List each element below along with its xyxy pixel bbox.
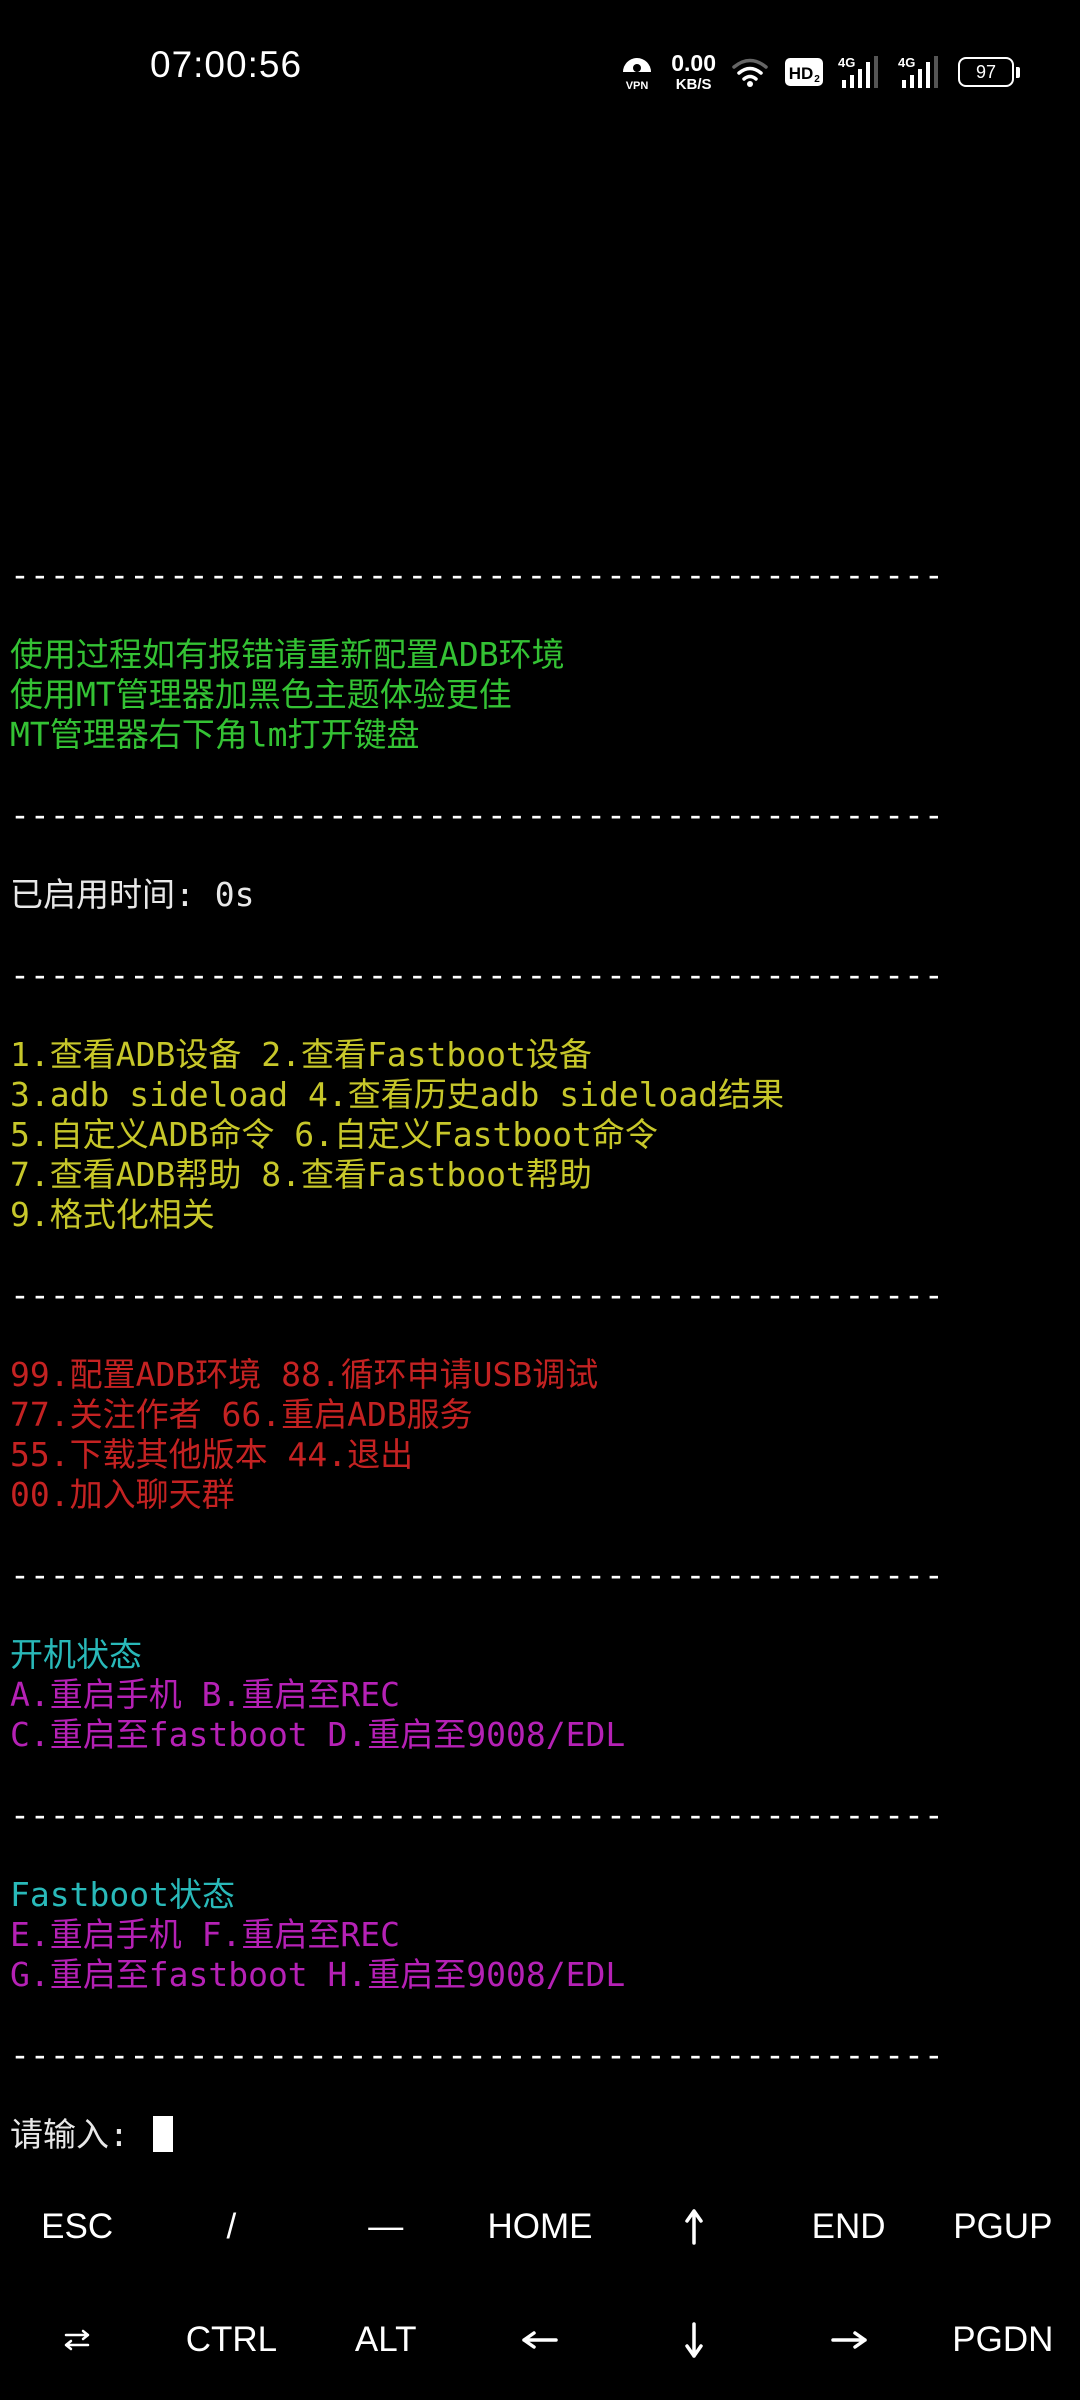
speed-unit: KB/S — [675, 76, 712, 93]
input-prompt: 请输入: — [10, 2115, 149, 2154]
speed-value: 0.00 — [671, 50, 716, 76]
right-arrow-icon — [830, 2330, 867, 2350]
down-key[interactable] — [617, 2283, 771, 2396]
signal-icon: 4G — [838, 54, 884, 90]
terminal-output[interactable]: ----------------------------------------… — [10, 555, 1070, 2155]
up-arrow-icon — [684, 2208, 704, 2245]
right-key[interactable] — [771, 2283, 925, 2396]
hd-icon: HD 2 — [784, 57, 824, 87]
uptime-line: 已启用时间: 0s — [10, 875, 255, 914]
separator: ----------------------------------------… — [10, 795, 944, 834]
wifi-icon — [730, 56, 770, 88]
home-key[interactable]: HOME — [463, 2170, 617, 2283]
alt-key[interactable]: ALT — [309, 2283, 463, 2396]
note-line: 使用MT管理器加黑色主题体验更佳 — [10, 675, 512, 714]
signal-icon: 4G — [898, 54, 944, 90]
tab-icon — [63, 2329, 91, 2351]
network-speed: 0.00 KB/S — [671, 50, 716, 93]
pgdn-key[interactable]: PGDN — [926, 2283, 1080, 2396]
tab-key[interactable] — [0, 2283, 154, 2396]
text-cursor — [152, 2116, 173, 2152]
menu-line: 99.配置ADB环境 88.循环申请USB调试 — [10, 1355, 599, 1394]
separator: ----------------------------------------… — [10, 955, 944, 994]
left-key[interactable] — [463, 2283, 617, 2396]
down-arrow-icon — [684, 2321, 704, 2358]
menu-line: 7.查看ADB帮助 8.查看Fastboot帮助 — [10, 1155, 592, 1194]
menu-line: G.重启至fastboot H.重启至9008/EDL — [10, 1955, 626, 1994]
dash-key[interactable]: — — [309, 2170, 463, 2283]
ctrl-key[interactable]: CTRL — [154, 2283, 308, 2396]
left-arrow-icon — [522, 2330, 558, 2350]
menu-line: 77.关注作者 66.重启ADB服务 — [10, 1395, 473, 1434]
menu-line: C.重启至fastboot D.重启至9008/EDL — [10, 1715, 626, 1754]
menu-line: 9.格式化相关 — [10, 1195, 215, 1234]
menu-line: 3.adb sideload 4.查看历史adb sideload结果 — [10, 1075, 785, 1114]
pgup-key[interactable]: PGUP — [926, 2170, 1080, 2283]
slash-key[interactable]: / — [154, 2170, 308, 2283]
extra-keys-row-2: CTRL ALT PGDN — [0, 2283, 1080, 2396]
section-title: Fastboot状态 — [10, 1875, 235, 1914]
input-prompt-line[interactable]: 请输入: — [10, 2115, 1070, 2155]
separator: ----------------------------------------… — [10, 1275, 944, 1314]
note-line: MT管理器右下角lm打开键盘 — [10, 715, 420, 754]
separator: ----------------------------------------… — [10, 555, 944, 594]
extra-keys-row-1: ESC / — HOME END PGUP — [0, 2170, 1080, 2283]
separator: ----------------------------------------… — [10, 2035, 944, 2074]
up-key[interactable] — [617, 2170, 771, 2283]
end-key[interactable]: END — [771, 2170, 925, 2283]
section-title: 开机状态 — [10, 1635, 142, 1674]
extra-keys-bar: ESC / — HOME END PGUP CTRL ALT PGDN — [0, 2170, 1080, 2400]
menu-line: E.重启手机 F.重启至REC — [10, 1915, 400, 1954]
menu-line: 55.下载其他版本 44.退出 — [10, 1435, 414, 1474]
hd-label: HD — [789, 64, 814, 83]
separator: ----------------------------------------… — [10, 1795, 944, 1834]
menu-line: 5.自定义ADB命令 6.自定义Fastboot命令 — [10, 1115, 658, 1154]
status-bar: 07:00:56 VPN 0.00 KB/S HD 2 4G 4G 97 — [0, 0, 1080, 140]
network-type-2: 4G — [898, 55, 915, 70]
vpn-icon: VPN — [617, 52, 657, 92]
battery-level: 97 — [958, 57, 1020, 87]
separator: ----------------------------------------… — [10, 1555, 944, 1594]
menu-line: 00.加入聊天群 — [10, 1475, 235, 1514]
vpn-label: VPN — [626, 80, 649, 92]
battery-icon: 97 — [958, 57, 1020, 87]
network-type-1: 4G — [838, 55, 855, 70]
note-line: 使用过程如有报错请重新配置ADB环境 — [10, 635, 565, 674]
esc-key[interactable]: ESC — [0, 2170, 154, 2283]
status-icons: VPN 0.00 KB/S HD 2 4G 4G 97 — [617, 50, 1020, 94]
svg-text:2: 2 — [814, 74, 820, 85]
clock: 07:00:56 — [150, 44, 303, 85]
menu-line: 1.查看ADB设备 2.查看Fastboot设备 — [10, 1035, 592, 1074]
menu-line: A.重启手机 B.重启至REC — [10, 1675, 400, 1714]
